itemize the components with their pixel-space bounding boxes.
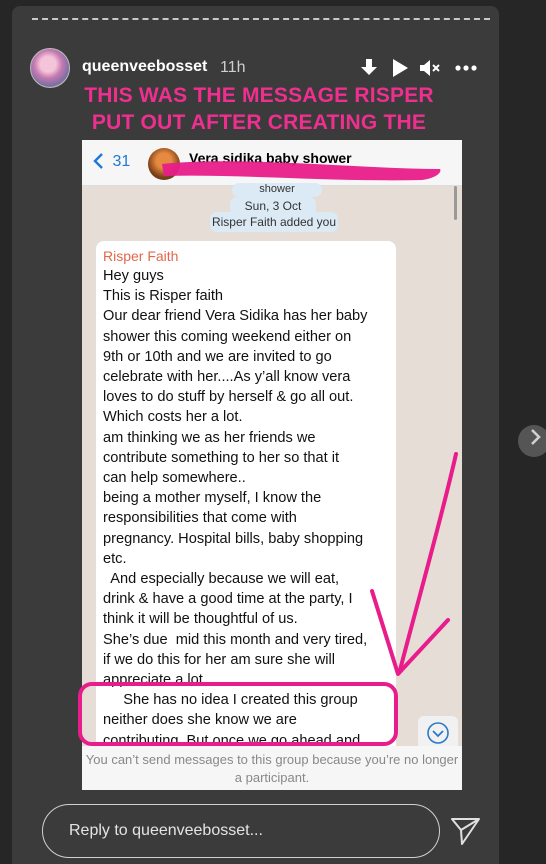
highlight-box-annotation: [78, 682, 398, 746]
reply-input[interactable]: Reply to queenveebosset...: [42, 804, 440, 858]
strike-through-annotation: [162, 161, 441, 181]
annotation-overlay: [78, 161, 458, 746]
arrow-annotation: [398, 452, 458, 672]
chevron-right-icon: [531, 429, 541, 445]
story-viewer: queenveebosset 11h THIS WAS THE MESSAGE …: [0, 0, 546, 864]
story-card[interactable]: queenveebosset 11h THIS WAS THE MESSAGE …: [12, 6, 499, 864]
send-icon[interactable]: [448, 814, 482, 848]
next-story-button[interactable]: [518, 425, 546, 457]
